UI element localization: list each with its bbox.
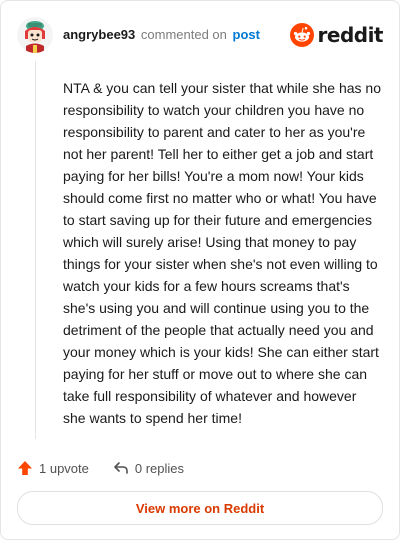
- reply-arrow-icon: [114, 462, 128, 474]
- post-link[interactable]: post: [233, 27, 260, 42]
- comment-meta: angrybee93 commented on post: [63, 27, 260, 43]
- replies-count: 0 replies: [134, 460, 185, 476]
- thread-line: [35, 61, 36, 439]
- username-link[interactable]: angrybee93: [63, 27, 135, 42]
- brand-wordmark: reddit: [317, 23, 384, 47]
- replies-button[interactable]: 0 replies: [113, 460, 184, 476]
- reddit-logo[interactable]: reddit: [289, 21, 384, 49]
- comment-header: angrybee93 commented on post reddit: [17, 17, 384, 53]
- upvote-button[interactable]: 1 upvote: [17, 460, 89, 476]
- reddit-snoo-icon: [289, 23, 314, 47]
- comment-actions: 1 upvote 0 replies: [17, 457, 208, 479]
- view-more-button[interactable]: View more on Reddit: [17, 491, 383, 525]
- upvote-count: 1 upvote: [39, 460, 89, 476]
- embedded-comment-card: angrybee93 commented on post reddit NTA …: [0, 0, 400, 540]
- avatar-image: [17, 17, 53, 53]
- user-avatar[interactable]: [17, 17, 53, 53]
- comment-body: NTA & you can tell your sister that whil…: [63, 80, 382, 426]
- action-text: commented on: [140, 27, 227, 42]
- upvote-arrow-icon: [18, 461, 32, 475]
